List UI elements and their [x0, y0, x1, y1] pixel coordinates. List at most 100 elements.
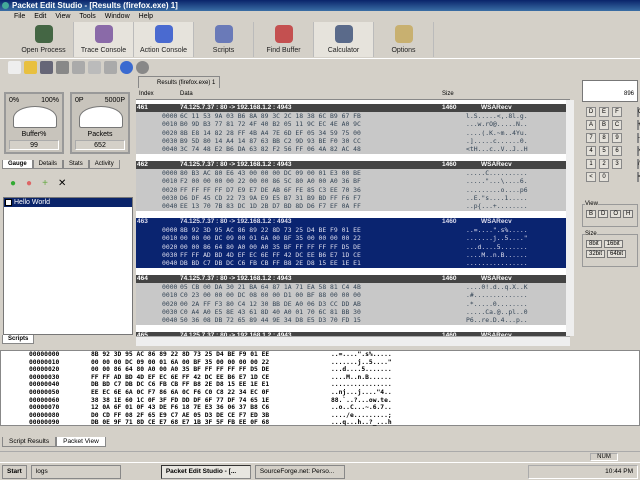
checkbox[interactable] [5, 199, 12, 206]
menu-window[interactable]: Window [105, 11, 130, 22]
menu-help[interactable]: Help [139, 11, 153, 22]
hex: D0 CD FF 08 2F 65 E9 C7 AE 05 D3 DE CE F… [91, 411, 270, 419]
view-b-button[interactable]: B [586, 210, 597, 218]
calc-key[interactable]: 1 [586, 159, 596, 169]
menu-tools[interactable]: Tools [79, 11, 95, 22]
toolbar-action-console-button[interactable]: Action Console [134, 22, 194, 57]
calc-key[interactable]: / [637, 159, 640, 169]
calc-key[interactable]: 6 [612, 146, 622, 156]
tab-packet-view[interactable]: Packet View [56, 437, 106, 447]
open-folder-icon[interactable] [24, 61, 37, 74]
calc-key[interactable]: < [586, 172, 596, 182]
toolbar-calculator-button[interactable]: Calculator [314, 22, 374, 57]
packet-list: 461 74.125.7.37 : 80 -> 192.168.1.2 : 494… [136, 100, 566, 336]
packet-row[interactable]: 464 74.125.7.37 : 80 -> 192.168.1.2 : 494… [136, 275, 566, 325]
calc-key[interactable]: + [637, 120, 640, 130]
hex: EE EC 6E 6A 0C F7 86 6A 0C F6 C0 C8 22 3… [91, 388, 270, 396]
view-h-button[interactable]: H [623, 210, 634, 218]
calc-key[interactable]: - [637, 133, 640, 143]
calc-key[interactable]: Cl [637, 107, 640, 117]
hex: FF FF AD BD 4D EF EC 6E FF 42 DC EE B6 E… [91, 373, 270, 381]
menu-view[interactable]: View [55, 11, 70, 22]
close-icon[interactable] [136, 61, 149, 74]
copy-icon[interactable] [72, 61, 85, 74]
toolbar-trace-console-button[interactable]: Trace Console [74, 22, 134, 57]
gauge-min: 0% [9, 97, 20, 104]
view-o-button[interactable]: O [610, 210, 622, 218]
view-d-button[interactable]: D [598, 210, 609, 218]
tab-details[interactable]: Details [32, 160, 64, 169]
hex: 38 38 1E 60 1C 0F 3F FD DD DF 6F 77 DF 7… [91, 396, 270, 404]
taskbar-item-packet-edit[interactable]: Packet Edit Studio - [... [160, 465, 251, 479]
packet-row[interactable]: 461 74.125.7.37 : 80 -> 192.168.1.2 : 494… [136, 104, 566, 154]
tab-gauge[interactable]: Gauge [2, 160, 33, 169]
calc-key[interactable]: D [586, 107, 596, 117]
calc-key[interactable]: F [612, 107, 622, 117]
delete-script-icon[interactable]: ✕ [58, 178, 66, 189]
save-icon[interactable] [40, 61, 53, 74]
main-toolbar: Open Process Trace Console Action Console S… [0, 22, 640, 58]
help-icon[interactable] [120, 61, 133, 74]
horizontal-scrollbar[interactable] [136, 336, 570, 346]
toolbar-scripts-button[interactable]: Scripts [194, 22, 254, 57]
packet-row[interactable]: 462 74.125.7.37 : 80 -> 192.168.1.2 : 494… [136, 161, 566, 211]
calc-key[interactable]: = [637, 172, 640, 182]
col-index[interactable]: Index [139, 88, 154, 100]
toolbar-options-button[interactable]: Options [374, 22, 434, 57]
paste-icon[interactable] [88, 61, 101, 74]
offset: 0030 [162, 193, 178, 202]
size-16bit-button[interactable]: 16bit [603, 240, 623, 248]
print-icon[interactable] [104, 61, 117, 74]
tab-stats[interactable]: Stats [63, 160, 89, 169]
start-button[interactable]: Start [2, 465, 27, 479]
calc-key[interactable]: A [586, 120, 596, 130]
calculator-panel: 896 DEFClABC+789-456×123/<0= View BDOH S… [572, 76, 640, 348]
calc-key[interactable]: × [637, 146, 640, 156]
hex: 00 00 00 DC 09 00 01 6A 00 BF 35 00 00 0… [180, 234, 361, 243]
size-32bit-button[interactable]: 32bit [586, 250, 606, 258]
hex-line: 0030 FF FF AD BD 4D EF EC 6E FF 42 DC EE … [136, 251, 566, 259]
calc-key[interactable]: 3 [612, 159, 622, 169]
tab-activity[interactable]: Activity [88, 160, 120, 169]
packet-route: 74.125.7.37 : 80 -> 192.168.1.2 : 4943 [180, 104, 292, 111]
toolbar-label: Trace Console [80, 47, 127, 54]
size-label: Size [585, 231, 597, 237]
script-item[interactable]: Hello World [4, 198, 132, 207]
calc-key[interactable]: 2 [599, 159, 609, 169]
toolbar-open-process-button[interactable]: Open Process [14, 22, 74, 57]
hex: 6C 11 53 9A 03 B6 8A 89 3C 2C 18 38 6C B… [180, 112, 361, 120]
run-script-icon[interactable]: ● [10, 178, 16, 189]
cut-icon[interactable] [56, 61, 69, 74]
calc-key[interactable]: 5 [599, 146, 609, 156]
calc-key[interactable]: C [612, 120, 622, 130]
tab-script-results[interactable]: Script Results [2, 437, 57, 447]
offset: 0020 [162, 128, 178, 137]
calc-key[interactable]: E [599, 107, 609, 117]
hex: 00 00 86 64 80 A0 00 A0 35 BF FF FF FF F… [91, 366, 270, 374]
taskbar-item-sourceforge[interactable]: SourceForge.net: Perso... [254, 465, 345, 479]
script-name: Hello World [14, 199, 51, 206]
calc-key[interactable]: 9 [612, 133, 622, 143]
calc-key[interactable]: 0 [599, 172, 609, 182]
calc-key[interactable]: 8 [599, 133, 609, 143]
col-data[interactable]: Data [180, 88, 193, 100]
calc-key[interactable]: 7 [586, 133, 596, 143]
size-8bit-button[interactable]: 8bit [586, 240, 602, 248]
toolbar-find-buffer-button[interactable]: Find Buffer [254, 22, 314, 57]
menu-edit[interactable]: Edit [34, 11, 46, 22]
col-size[interactable]: Size [442, 88, 454, 100]
open-process-icon [34, 25, 53, 43]
add-script-icon[interactable]: + [42, 178, 48, 189]
taskbar-item-logs[interactable]: logs [30, 465, 121, 479]
calc-key[interactable]: B [599, 120, 609, 130]
tab-scripts[interactable]: Scripts [2, 335, 35, 344]
new-file-icon[interactable] [8, 61, 21, 74]
size-64bit-button[interactable]: 64bit [607, 250, 627, 258]
stop-script-icon[interactable]: ● [26, 178, 32, 189]
results-tab[interactable]: Results (firefox.exe) 1 [138, 76, 221, 88]
packet-row[interactable]: 463 74.125.7.37 : 80 -> 192.168.1.2 : 494… [136, 218, 566, 268]
calc-key[interactable]: 4 [586, 146, 596, 156]
ascii: ..=....".s%..... [331, 351, 392, 358]
menu-file[interactable]: File [14, 11, 25, 22]
packet-header: 463 74.125.7.37 : 80 -> 192.168.1.2 : 494… [136, 218, 566, 226]
